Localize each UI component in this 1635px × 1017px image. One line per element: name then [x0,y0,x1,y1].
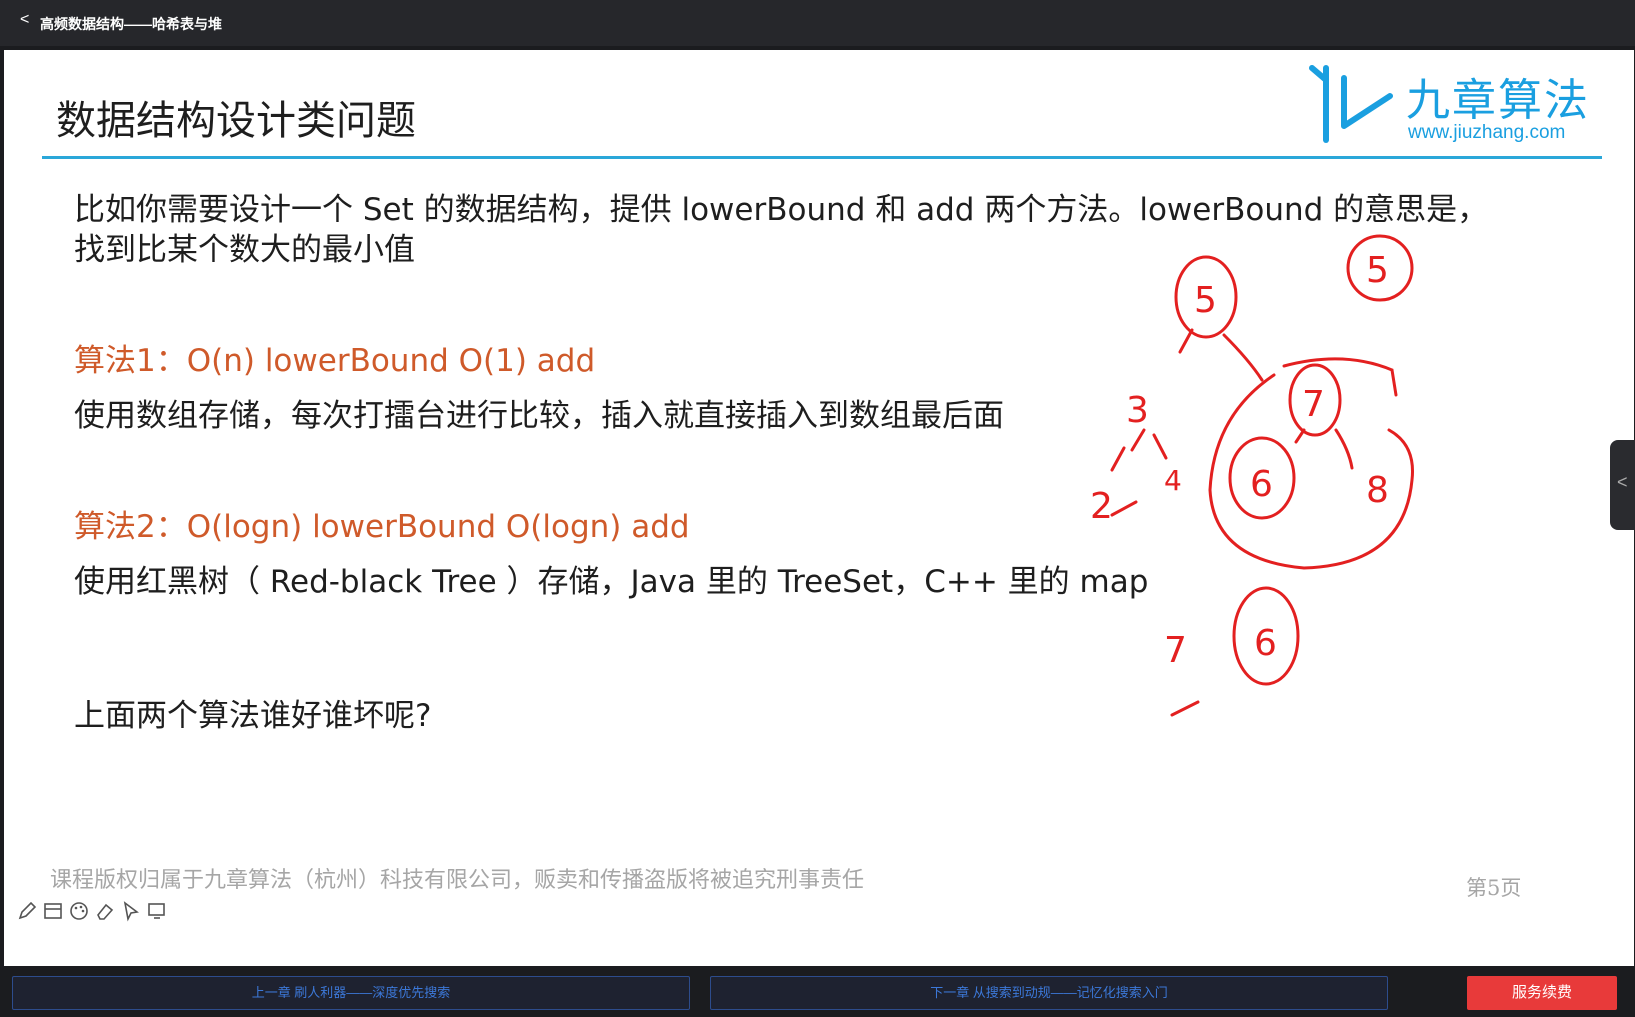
whiteboard-icon[interactable] [42,900,64,922]
ink-line [1334,428,1354,470]
title-bar: < 高频数据结构——哈希表与堆 [0,0,1635,46]
ink-label: 6 [1254,623,1277,664]
ink-line [1178,328,1194,354]
renew-service-button[interactable]: 服务续费 [1467,976,1617,1010]
previous-chapter-button[interactable]: 上一章 刷人利器——深度优先搜索 [12,976,690,1010]
eraser-icon[interactable] [94,900,116,922]
ink-label: 7 [1164,630,1187,671]
pencil-icon[interactable] [16,900,38,922]
ink-label: 8 [1366,470,1389,511]
ink-label: 4 [1164,464,1182,497]
chevron-left-icon: < [1617,472,1628,492]
ink-line [1130,428,1146,452]
ink-line [1152,433,1168,460]
ink-label: 7 [1302,384,1325,425]
ink-label: 5 [1194,280,1217,321]
handwritten-annotations: 5 5 7 6 8 3 4 2 6 7 [1090,234,1415,717]
ink-line [1294,428,1306,444]
ink-line [1170,700,1200,717]
side-panel-toggle[interactable]: < [1610,440,1635,530]
ink-line [1110,446,1126,472]
next-chapter-button[interactable]: 下一章 从搜索到动规——记忆化搜索入门 [710,976,1388,1010]
palette-icon[interactable] [68,900,90,922]
ink-line [1110,500,1138,517]
ink-label: 6 [1250,464,1273,505]
back-arrow-icon[interactable]: < [20,11,29,29]
chapter-navigation-bar: 上一章 刷人利器——深度优先搜索 下一章 从搜索到动规——记忆化搜索入门 服务续… [0,970,1635,1017]
slide-area: 数据结构设计类问题 九章算法 www.jiuzhang.com 比如你需要设计一… [4,50,1634,966]
screen-icon[interactable] [146,900,168,922]
ink-label: 2 [1090,486,1113,527]
page-number: 第5页 [1466,876,1522,900]
ink-label: 5 [1366,250,1389,291]
copyright-notice: 课程版权归属于九章算法（杭州）科技有限公司，贩卖和传播盗版将被追究刑事责任 [50,868,865,893]
course-title: 高频数据结构——哈希表与堆 [40,16,222,32]
ink-line [1222,333,1264,382]
ink-label: 3 [1126,390,1149,431]
pointer-icon[interactable] [120,900,142,922]
